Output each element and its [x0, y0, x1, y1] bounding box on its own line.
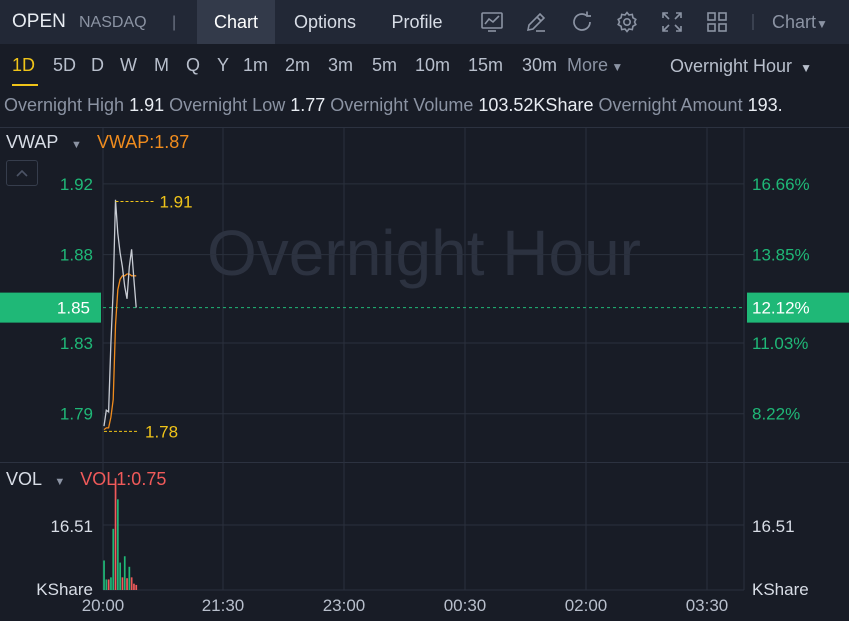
vol-indicator-header[interactable]: VOL ▼ VOL1:0.75 — [6, 469, 166, 490]
volume-bar — [103, 560, 105, 590]
x-tick-label: 20:00 — [82, 596, 125, 615]
low-marker-label: 1.78 — [145, 422, 178, 441]
vol-indicator-value: VOL1:0.75 — [80, 469, 167, 489]
x-tick-label: 02:00 — [565, 596, 608, 615]
caret-down-icon: ▼ — [71, 139, 82, 151]
volume-bar — [123, 556, 126, 590]
volume-bar — [119, 562, 121, 590]
y-tick-pct-label: 11.03% — [752, 334, 808, 353]
volume-bar — [110, 577, 112, 590]
vwap-indicator-name: VWAP — [6, 132, 59, 152]
volume-bar — [126, 578, 128, 590]
vol-indicator-name: VOL — [6, 469, 42, 489]
volume-bar — [105, 579, 108, 590]
volume-bar — [121, 577, 124, 590]
price-line — [103, 199, 137, 427]
caret-down-icon: ▼ — [54, 476, 66, 488]
volume-bar — [107, 579, 110, 590]
current-price-label: 1.85 — [57, 299, 90, 318]
y-tick-pct-label: 16.66% — [752, 175, 810, 194]
y-tick-label: 1.92 — [60, 175, 93, 194]
x-tick-label: 21:30 — [202, 596, 245, 615]
volume-right-unit-label: KShare — [752, 580, 809, 599]
x-tick-label: 23:00 — [323, 596, 366, 615]
x-tick-label: 00:30 — [444, 596, 487, 615]
chevron-up-icon — [16, 169, 28, 177]
y-tick-label: 1.79 — [60, 405, 93, 424]
price-chart[interactable]: Overnight Hour 1.79 8.22% 1.83 11.03% 1.88 13.… — [0, 0, 849, 621]
current-pct-label: 12.12% — [752, 299, 810, 318]
volume-bar — [114, 478, 117, 590]
volume-bar — [117, 499, 119, 590]
y-tick-label: 1.88 — [60, 246, 93, 265]
vwap-indicator-header[interactable]: VWAP ▼ VWAP:1.87 — [6, 132, 189, 153]
vwap-indicator-value: VWAP:1.87 — [96, 132, 190, 152]
y-tick-label: 1.83 — [60, 334, 93, 353]
x-tick-label: 03:30 — [686, 596, 729, 615]
volume-bar — [112, 528, 115, 590]
volume-bar — [130, 577, 133, 590]
volume-bar — [128, 566, 131, 590]
volume-bar — [135, 584, 138, 590]
watermark-text: Overnight Hour — [207, 217, 641, 289]
volume-right-tick-label: 16.51 — [752, 517, 795, 536]
high-marker-label: 1.91 — [160, 193, 193, 212]
volume-bar — [133, 583, 135, 590]
y-tick-pct-label: 8.22% — [752, 405, 800, 424]
collapse-button[interactable] — [6, 160, 38, 186]
volume-left-tick-label: 16.51 — [50, 517, 93, 536]
y-tick-pct-label: 13.85% — [752, 246, 810, 265]
